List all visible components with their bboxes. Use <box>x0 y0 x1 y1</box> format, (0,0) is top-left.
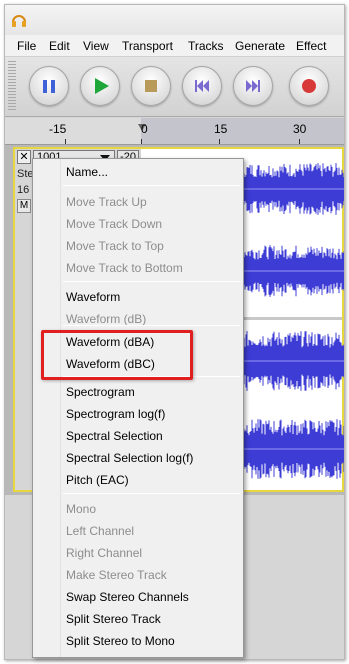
skip-to-end-button[interactable] <box>233 66 273 106</box>
menu-item-pitch-eac[interactable]: Pitch (EAC) <box>66 471 129 489</box>
menu-item-move-up[interactable]: Move Track Up <box>66 193 147 211</box>
menu-item-left-channel[interactable]: Left Channel <box>66 522 134 540</box>
menu-bar: File Edit View Transport Tracks Generate… <box>5 35 344 57</box>
track-context-menu: Name... Move Track Up Move Track Down Move … <box>32 158 244 658</box>
menu-edit[interactable]: Edit <box>49 39 70 53</box>
menu-item-move-down[interactable]: Move Track Down <box>66 215 162 233</box>
mute-button[interactable]: M <box>17 199 31 213</box>
ruler-playable-region <box>141 118 344 144</box>
menu-item-swap-channels[interactable]: Swap Stereo Channels <box>66 588 189 606</box>
pause-button[interactable] <box>29 66 69 106</box>
menu-item-name[interactable]: Name... <box>66 163 108 181</box>
stop-button[interactable] <box>131 66 171 106</box>
menu-item-split-stereo-mono[interactable]: Split Stereo to Mono <box>66 632 175 650</box>
menu-item-spectral-selection[interactable]: Spectral Selection <box>66 427 163 445</box>
title-bar <box>5 5 344 35</box>
menu-effect[interactable]: Effect <box>296 39 326 53</box>
record-icon <box>302 79 316 93</box>
play-icon <box>95 78 109 94</box>
menu-generate[interactable]: Generate <box>235 39 285 53</box>
skip-to-start-button[interactable] <box>182 66 222 106</box>
menu-item-move-bottom[interactable]: Move Track to Bottom <box>66 259 183 277</box>
ruler-tick-label: 30 <box>293 122 307 136</box>
menu-item-waveform[interactable]: Waveform <box>66 288 120 306</box>
menu-separator <box>63 325 240 326</box>
ruler-tick <box>141 139 142 144</box>
stop-icon <box>145 80 157 92</box>
menu-item-make-stereo[interactable]: Make Stereo Track <box>66 566 167 584</box>
menu-separator <box>63 281 240 282</box>
menu-item-spectrogram[interactable]: Spectrogram <box>66 383 135 401</box>
menu-view[interactable]: View <box>83 39 109 53</box>
menu-item-move-top[interactable]: Move Track to Top <box>66 237 164 255</box>
menu-tracks[interactable]: Tracks <box>188 39 224 53</box>
transport-toolbar <box>5 57 344 117</box>
skip-to-end-icon <box>246 80 260 92</box>
skip-to-start-icon <box>195 80 209 92</box>
menu-separator <box>63 185 240 186</box>
play-button[interactable] <box>80 66 120 106</box>
ruler-tick-label: 15 <box>214 122 228 136</box>
menu-item-mono[interactable]: Mono <box>66 500 96 518</box>
ruler-tick-label: 0 <box>141 122 148 136</box>
audacity-headphones-icon <box>12 15 26 27</box>
menu-transport[interactable]: Transport <box>122 39 173 53</box>
menu-item-right-channel[interactable]: Right Channel <box>66 544 142 562</box>
track-info-line2: 16 <box>17 184 30 196</box>
menu-file[interactable]: File <box>17 39 36 53</box>
pause-icon <box>41 79 57 93</box>
close-track-button[interactable]: ✕ <box>17 150 31 164</box>
record-button[interactable] <box>289 66 329 106</box>
ruler-tick <box>299 139 300 144</box>
timeline-ruler[interactable]: -15 0 15 30 <box>5 118 344 145</box>
ruler-tick-label: -15 <box>49 122 67 136</box>
menu-item-spectrogram-logf[interactable]: Spectrogram log(f) <box>66 405 165 423</box>
menu-separator <box>63 493 240 494</box>
highlight-annotation <box>41 330 193 380</box>
ruler-tick <box>65 139 66 144</box>
menu-item-spectral-selection-logf[interactable]: Spectral Selection log(f) <box>66 449 193 467</box>
toolbar-grip[interactable] <box>8 61 16 111</box>
ruler-tick <box>219 139 220 144</box>
menu-item-split-stereo[interactable]: Split Stereo Track <box>66 610 161 628</box>
menu-icon-gutter <box>33 159 61 657</box>
